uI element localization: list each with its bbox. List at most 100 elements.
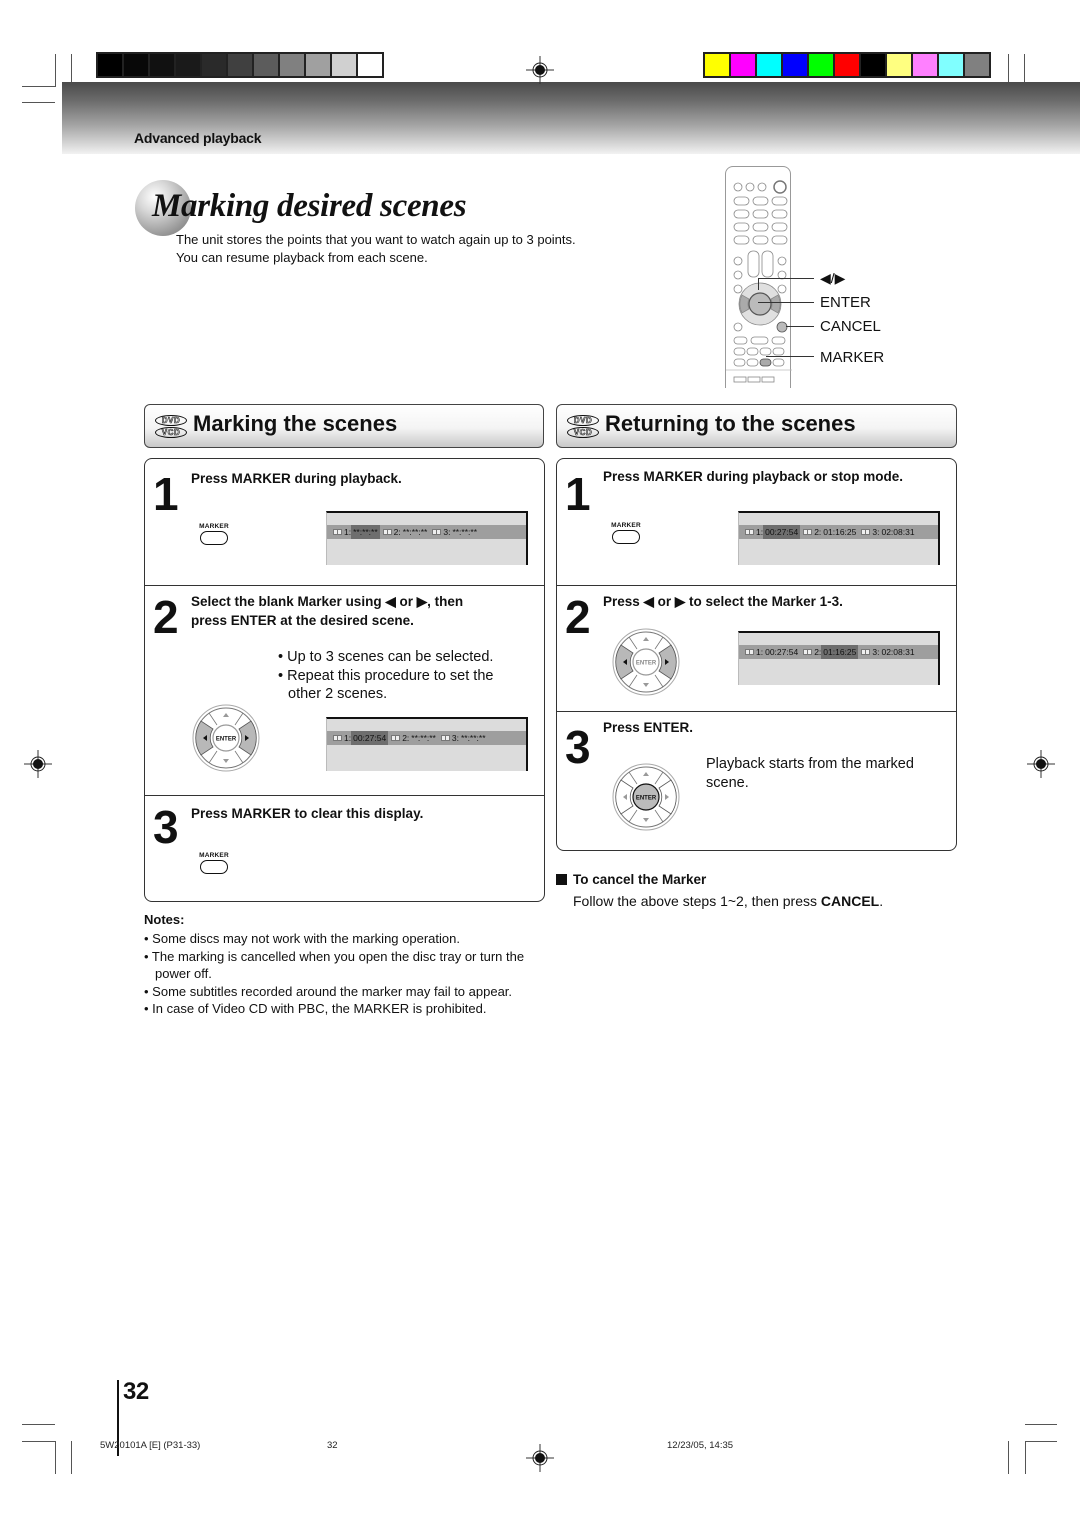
osd-marker-row: 1: 00:27:54 2: **:**:** 3: **:**:** [327, 731, 526, 745]
osd-marker-label: 2: [393, 527, 401, 537]
dpad-enter-lr-icon [47, 245, 117, 315]
crop-mark [55, 54, 56, 87]
leader-line [786, 326, 814, 327]
step-number: 3 [153, 801, 179, 853]
osd-marker-item: 1: **:**:** [333, 525, 380, 539]
leader-line [758, 278, 759, 290]
bookmark-icon [745, 649, 754, 655]
leader-line [766, 356, 814, 357]
registration-mark-icon [24, 750, 52, 778]
cancel-marker-instructions: Follow the above steps 1~2, then press C… [573, 893, 884, 909]
step-instruction: Press MARKER during playback or stop mod… [603, 469, 904, 484]
osd-marker-time: 00:27:54 [763, 525, 801, 539]
section-title: Marking the scenes [193, 411, 398, 436]
osd-marker-label: 2: [402, 733, 410, 743]
step-instruction: Press MARKER to clear this display. [191, 806, 424, 821]
crop-mark [1025, 1424, 1057, 1425]
osd-marker-item: 1: 00:27:54 [745, 645, 800, 659]
bookmark-icon [382, 529, 392, 535]
osd-marker-time: **:**:** [402, 527, 428, 537]
osd-marker-time: **:**:** [460, 733, 486, 743]
footer-code: 5W20101A [E] (P31-33) [100, 1440, 201, 1451]
crop-mark [55, 1441, 56, 1474]
marking-step-1: 1 Press MARKER during playback. MARKER 1… [145, 459, 544, 585]
step-instruction: Press MARKER during playback. [191, 471, 402, 486]
step-number: 2 [153, 591, 179, 643]
registration-mark-icon [1027, 750, 1055, 778]
calibration-swatch [202, 54, 226, 76]
calibration-swatch [809, 54, 833, 76]
osd-marker-item: 2: 01:16:25 [803, 645, 859, 659]
section-label: Advanced playback [134, 130, 262, 146]
crop-mark [22, 1424, 55, 1425]
osd-marker-row: 1: 00:27:54 2: 01:16:25 3: 02:08:31 [739, 525, 938, 539]
calibration-swatch [254, 54, 278, 76]
page-number: 32 [123, 1378, 149, 1405]
calibration-swatch [98, 54, 122, 76]
bookmark-icon [440, 735, 450, 741]
crop-mark [22, 86, 55, 87]
crop-mark [71, 1441, 72, 1474]
osd-marker-item: 3: **:**:** [440, 731, 488, 745]
calibration-swatch [124, 54, 148, 76]
osd-marker-display: 1: 00:27:54 2: **:**:** 3: **:**:** [326, 717, 528, 771]
osd-marker-label: 3: [443, 527, 451, 537]
osd-marker-row: 1: **:**:** 2: **:**:** 3: **:**:** [327, 525, 526, 539]
osd-marker-label: 1: [756, 647, 764, 657]
osd-marker-item: 1: 00:27:54 [745, 525, 801, 539]
osd-marker-item: 1: 00:27:54 [333, 731, 389, 745]
calibration-swatch [731, 54, 755, 76]
registration-mark-icon [526, 56, 554, 84]
osd-marker-label: 1: [344, 527, 352, 537]
dpad-enter-center-icon: ENTER [612, 763, 680, 831]
crop-mark [1008, 54, 1009, 84]
osd-marker-item: 3: **:**:** [432, 525, 479, 539]
bookmark-icon [432, 529, 442, 535]
remote-label-arrows: ◀/▶ [820, 270, 846, 286]
bookmark-icon [745, 529, 754, 535]
note-item: • Some subtitles recorded around the mar… [144, 983, 513, 999]
page-title: Marking desired scenes [152, 188, 467, 224]
crop-mark [22, 102, 55, 103]
calibration-swatch [835, 54, 859, 76]
osd-marker-item: 2: **:**:** [382, 525, 430, 539]
note-item: • The marking is cancelled when you open… [144, 948, 525, 982]
bookmark-icon [861, 649, 871, 655]
crop-mark [1025, 1441, 1026, 1474]
step-bullets: • Up to 3 scenes can be selected. • Repe… [278, 649, 494, 702]
square-bullet-icon [556, 874, 567, 885]
marker-button-icon: MARKER [198, 852, 230, 874]
osd-marker-label: 1: [756, 527, 764, 537]
osd-marker-item: 2: 01:16:25 [803, 525, 858, 539]
osd-marker-time: 02:08:31 [881, 647, 915, 657]
calibration-swatch [280, 54, 304, 76]
dpad-enter-lr-icon: ENTER [612, 628, 680, 696]
leader-line [758, 302, 814, 303]
notes-heading: Notes: [144, 912, 185, 927]
osd-marker-display: 1: 00:27:54 2: 01:16:25 3: 02:08:31 [738, 631, 940, 685]
remote-label-marker: MARKER [820, 349, 885, 366]
calibration-swatch [705, 54, 729, 76]
marker-button-icon: MARKER [610, 522, 642, 544]
osd-marker-time: **:**:** [351, 525, 380, 539]
returning-section-header: DVD VCD Returning to the scenes [556, 404, 957, 448]
step-description: Playback starts from the marked scene. [706, 756, 914, 791]
step-number: 2 [565, 591, 591, 643]
dvd-badge-icon: DVD [155, 415, 187, 426]
returning-step-1: 1 Press MARKER during playback or stop m… [557, 459, 956, 585]
marking-section-header: DVD VCD Marking the scenes [144, 404, 544, 448]
calibration-swatch [757, 54, 781, 76]
step-instruction: Press ◀ or ▶ to select the Marker 1-3. [603, 594, 843, 609]
step-number: 3 [565, 721, 591, 773]
section-title: Returning to the scenes [605, 411, 856, 436]
dvd-badge-icon: DVD [567, 415, 599, 426]
disc-badges: DVD VCD [155, 415, 189, 439]
calibration-swatch [358, 54, 382, 76]
osd-marker-time: **:**:** [411, 733, 436, 743]
osd-marker-time: 02:08:31 [881, 527, 915, 537]
crop-mark [1008, 1441, 1009, 1474]
footer-date: 12/23/05, 14:35 [667, 1440, 734, 1451]
step-instruction: Press ENTER. [603, 720, 694, 735]
osd-marker-time: 00:27:54 [765, 647, 799, 657]
osd-marker-display: 1: **:**:** 2: **:**:** 3: **:**:** [326, 511, 528, 565]
